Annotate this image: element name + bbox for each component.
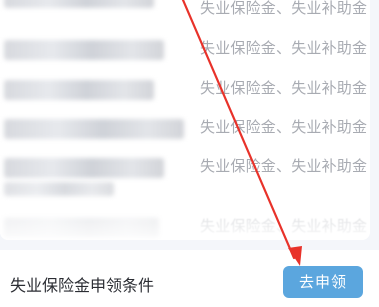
- list-item[interactable]: 失业保险金、失业补助金: [0, 0, 370, 24]
- list-item[interactable]: 失业保险金、失业补助金: [0, 212, 370, 240]
- benefit-text: 失业保险金、失业补助金: [200, 39, 368, 57]
- region-name-blurred: [4, 40, 164, 60]
- region-name-blurred: [4, 119, 184, 139]
- region-name-blurred: [4, 80, 154, 100]
- region-name-blurred: [4, 0, 154, 8]
- benefit-text: 失业保险金、失业补助金: [200, 157, 368, 175]
- region-list: 失业保险金、失业补助金 失业保险金、失业补助金 失业保险金、失业补助金 失业保险…: [0, 0, 370, 240]
- region-name-blurred: [4, 182, 114, 196]
- benefit-text: 失业保险金、失业补助金: [200, 217, 368, 235]
- list-item[interactable]: 失业保险金、失业补助金: [0, 152, 370, 202]
- apply-button[interactable]: 去申领: [283, 266, 363, 298]
- list-item[interactable]: 失业保险金、失业补助金: [0, 113, 370, 143]
- list-item[interactable]: 失业保险金、失业补助金: [0, 74, 370, 104]
- region-name-blurred: [4, 158, 164, 178]
- benefit-text: 失业保险金、失业补助金: [200, 79, 368, 97]
- list-item[interactable]: 失业保险金、失业补助金: [0, 34, 370, 64]
- conditions-title: 失业保险金申领条件: [10, 276, 155, 295]
- bottom-action-bar: 失业保险金申领条件 去申领: [0, 250, 379, 307]
- benefit-text: 失业保险金、失业补助金: [200, 118, 368, 136]
- region-name-blurred: [4, 218, 159, 238]
- benefit-text: 失业保险金、失业补助金: [200, 0, 368, 17]
